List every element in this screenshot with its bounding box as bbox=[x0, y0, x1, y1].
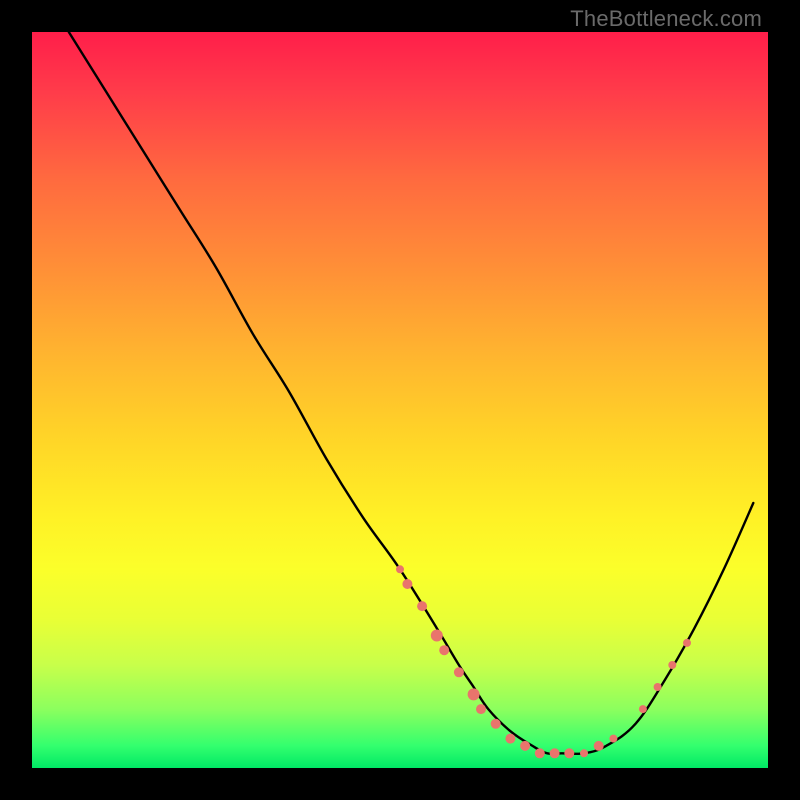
curve-marker bbox=[520, 741, 530, 751]
curve-marker bbox=[683, 639, 691, 647]
bottleneck-chart bbox=[32, 32, 768, 768]
curve-marker bbox=[668, 661, 676, 669]
curve-marker bbox=[594, 741, 604, 751]
curve-marker bbox=[454, 667, 464, 677]
curve-marker bbox=[439, 645, 449, 655]
chart-frame bbox=[32, 32, 768, 768]
curve-marker bbox=[431, 630, 443, 642]
watermark-text: TheBottleneck.com bbox=[570, 6, 762, 32]
curve-marker bbox=[476, 704, 486, 714]
curve-marker bbox=[580, 749, 588, 757]
curve-markers bbox=[396, 565, 691, 758]
curve-marker bbox=[639, 705, 647, 713]
curve-marker bbox=[550, 748, 560, 758]
curve-marker bbox=[491, 719, 501, 729]
curve-marker bbox=[396, 565, 404, 573]
curve-marker bbox=[609, 735, 617, 743]
curve-marker bbox=[402, 579, 412, 589]
curve-marker bbox=[654, 683, 662, 691]
bottleneck-curve bbox=[69, 32, 754, 754]
curve-marker bbox=[535, 748, 545, 758]
curve-marker bbox=[417, 601, 427, 611]
curve-marker bbox=[564, 748, 574, 758]
curve-marker bbox=[468, 688, 480, 700]
curve-marker bbox=[505, 734, 515, 744]
